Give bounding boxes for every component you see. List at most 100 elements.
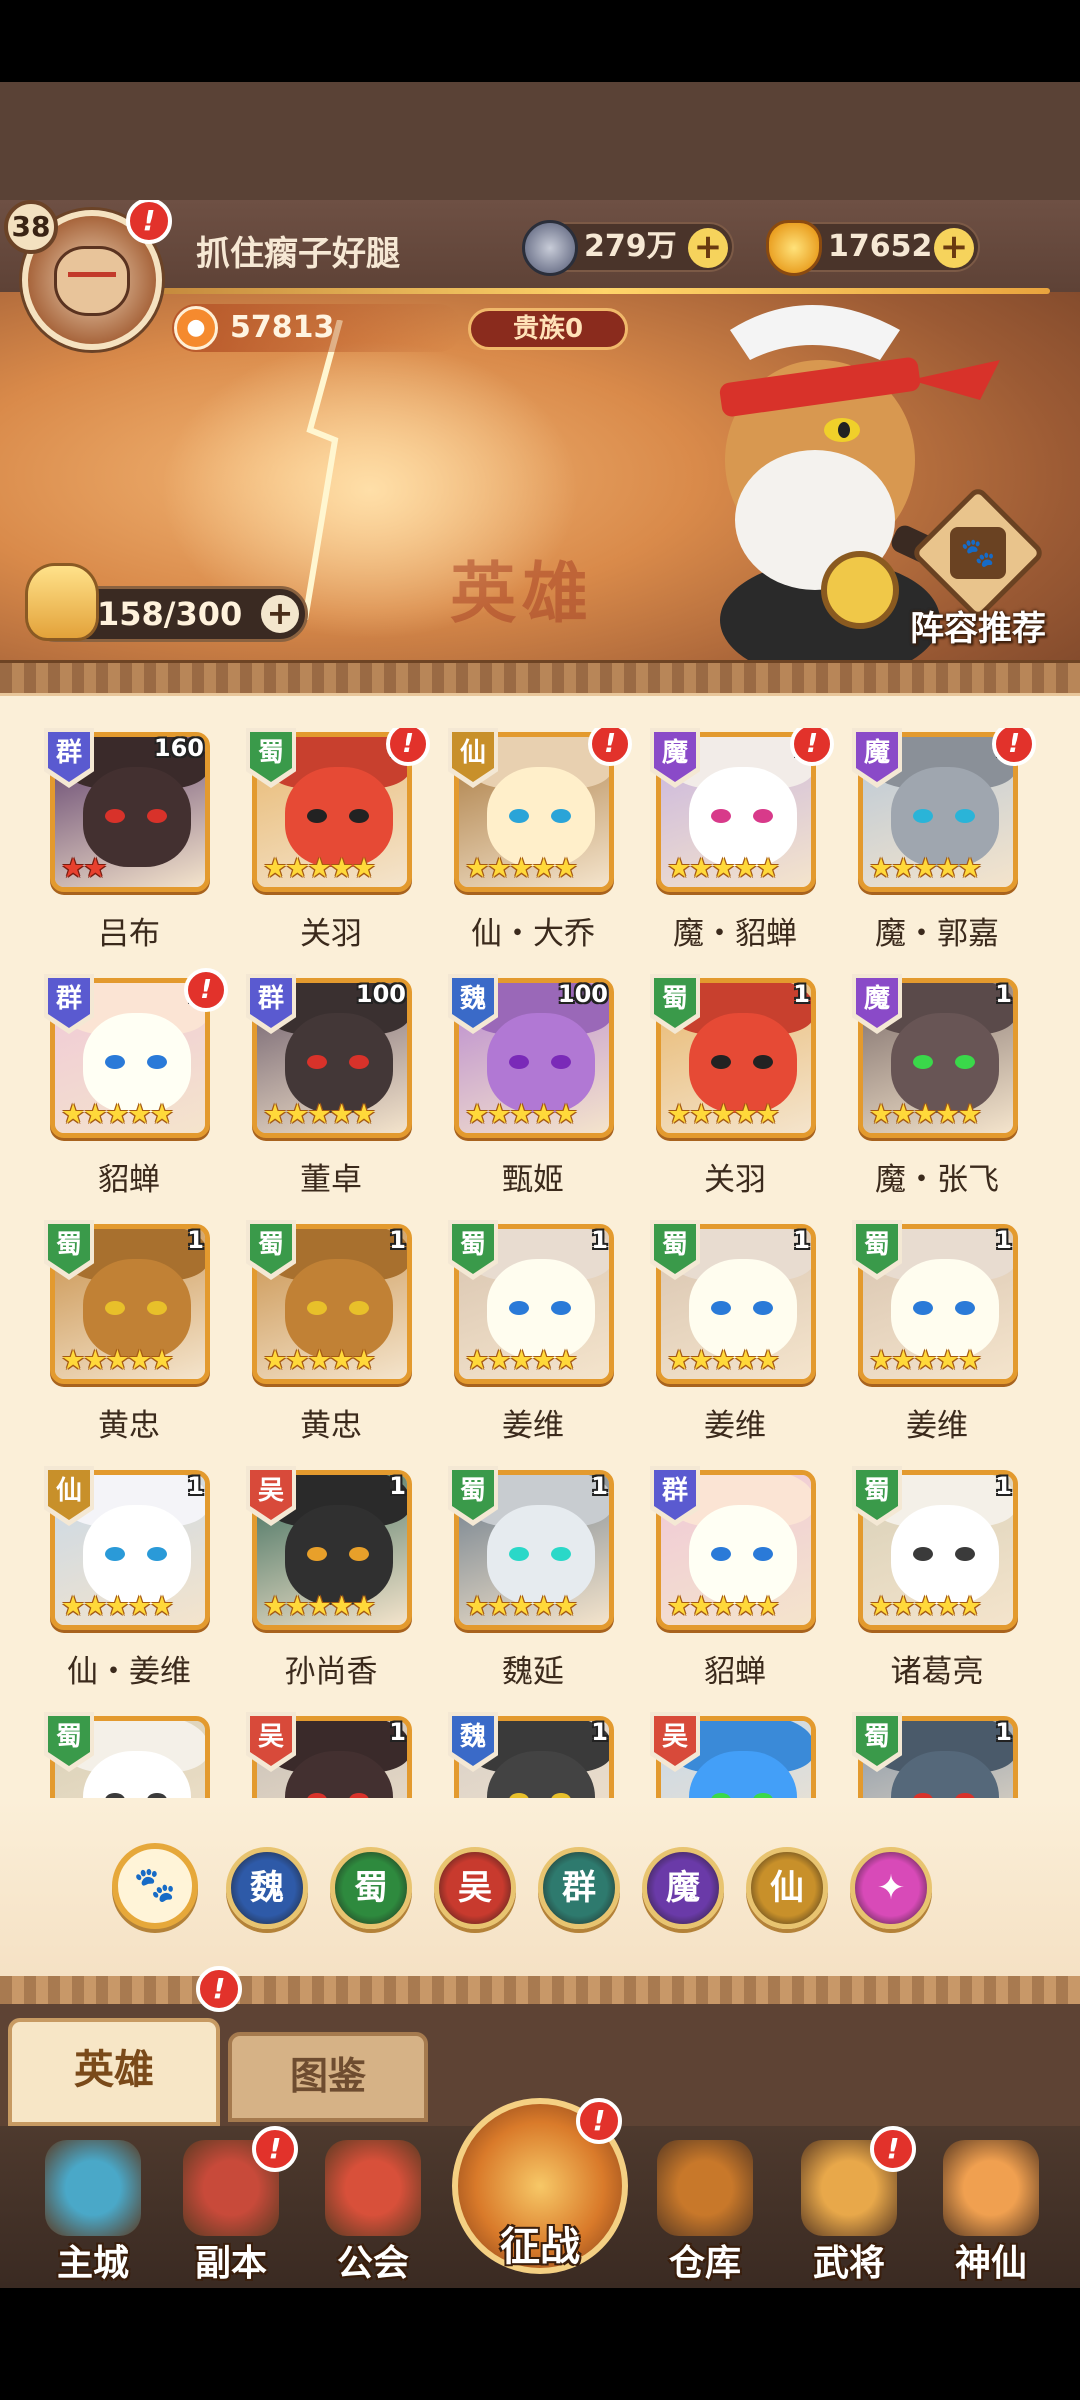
player-name: 抓住瘸子好腿	[196, 234, 400, 274]
filter-mo-button[interactable]: 魔	[642, 1847, 724, 1929]
hero-card[interactable]: 吴	[650, 1712, 816, 1798]
hero-stars: ★★★★★	[869, 1099, 982, 1130]
faction-label: 群	[55, 738, 82, 768]
hero-card[interactable]: 蜀	[44, 1712, 210, 1798]
hero-name: 魔・张飞	[875, 1162, 999, 1198]
hero-card[interactable]: 蜀1	[852, 1712, 1018, 1798]
portrait-eye	[307, 1301, 327, 1315]
nav-warehouse-label: 仓库	[668, 2243, 741, 2284]
add-gold-button[interactable]: +	[934, 228, 974, 268]
hero-card[interactable]: 吴1	[246, 1712, 412, 1798]
hero-alert-icon: !	[184, 968, 228, 1012]
hero-card[interactable]: ★★★★★ 仙 1 仙・姜维	[44, 1466, 210, 1702]
portrait-eye	[955, 809, 975, 823]
faction-label: 魔	[863, 984, 890, 1014]
filter-special-button[interactable]: ✦	[850, 1847, 932, 1929]
faction-label: 蜀	[661, 1230, 688, 1260]
faction-label: 群	[661, 1476, 688, 1506]
hero-name: 仙・姜维	[67, 1654, 191, 1690]
hero-stars: ★★★★★	[465, 1591, 578, 1622]
lightning-icon	[302, 320, 343, 620]
nav-main-city-icon	[45, 2140, 141, 2236]
stamina-bar: 158/300 +	[25, 563, 308, 642]
add-stamina-button[interactable]: +	[261, 595, 299, 633]
faction-label: 仙	[459, 738, 486, 768]
faction-label: 吴	[661, 1722, 688, 1752]
nav-warehouse-button[interactable]: 仓库	[640, 2134, 770, 2284]
hero-card[interactable]: ★★★★★ 蜀 1 关羽	[650, 974, 816, 1210]
portrait-eye	[307, 1547, 327, 1561]
add-copper-button[interactable]: +	[688, 228, 728, 268]
nav-main-city-button[interactable]: 主城	[28, 2134, 158, 2284]
portrait-eye	[509, 1301, 529, 1315]
portrait-eye	[509, 1055, 529, 1069]
hero-card[interactable]: ★★★★★ 群貂蝉	[650, 1466, 816, 1702]
portrait-face	[689, 1013, 797, 1113]
filter-xian-button[interactable]: 仙	[746, 1847, 828, 1929]
portrait-eye	[753, 1547, 773, 1561]
portrait-eye	[913, 1055, 933, 1069]
nav-dungeon-button[interactable]: 副本!	[166, 2126, 298, 2284]
hero-card[interactable]: ★★★★★ 蜀 1 姜维	[852, 1220, 1018, 1456]
hero-card[interactable]: ★★★★★ 蜀 1 黄忠	[44, 1220, 210, 1456]
hero-card[interactable]: ★★ 群 160 吕布	[44, 728, 210, 964]
hero-stars: ★★★★★	[465, 1345, 578, 1376]
hero-card[interactable]: ★★★★★ 吴 1 孙尚香	[246, 1466, 412, 1702]
nav-dungeon-label: 副本	[194, 2243, 267, 2284]
faction-label: 蜀	[863, 1476, 890, 1506]
hero-card[interactable]: ★★★★★ 仙! 仙・大乔	[448, 728, 632, 964]
filter-qun-button[interactable]: 群	[538, 1847, 620, 1929]
hero-card[interactable]: ★★★★★ 蜀 1 魏延	[448, 1466, 614, 1702]
portrait-face	[83, 1013, 191, 1113]
portrait-face	[487, 1259, 595, 1359]
nav-guild-button[interactable]: 公会	[308, 2134, 438, 2284]
hero-card[interactable]: ★★★★★ 魔 1 魔・张飞	[852, 974, 1018, 1210]
portrait-eye	[913, 809, 933, 823]
paw-points: ● 57813	[172, 304, 462, 352]
hero-stars: ★★★★★	[869, 853, 982, 884]
hero-card[interactable]: ★★★★★ 蜀 1 姜维	[650, 1220, 816, 1456]
hero-alert-icon: !	[588, 728, 632, 766]
hero-level: 1	[995, 1226, 1012, 1254]
hero-card[interactable]: ★★★★★群1!貂蝉	[44, 968, 228, 1210]
top-spacer	[0, 82, 1080, 200]
faction-label: 蜀	[55, 1722, 82, 1752]
nav-immortals-button[interactable]: 神仙	[926, 2134, 1056, 2284]
filter-wei-button[interactable]: 魏	[226, 1847, 308, 1929]
hero-card[interactable]: ★★★★★ 群 100 董卓	[246, 974, 412, 1210]
hero-card[interactable]: ★★★★★ 蜀 1 诸葛亮	[852, 1466, 1018, 1702]
portrait-eye	[105, 1301, 125, 1315]
portrait-face	[83, 1259, 191, 1359]
hero-card[interactable]: ★★★★★蜀1!关羽	[246, 728, 430, 964]
hero-card[interactable]: ★★★★★ 魏 100 甄姬	[448, 974, 614, 1210]
portrait-eye	[753, 1055, 773, 1069]
hero-card[interactable]: ★★★★★魔1!魔・貂蝉	[650, 728, 834, 964]
portrait-eye	[147, 1547, 167, 1561]
hero-card[interactable]: ★★★★★ 蜀 1 姜维	[448, 1220, 614, 1456]
portrait-face	[891, 1013, 999, 1113]
nav-campaign-button[interactable]: 征战 !	[448, 2088, 632, 2288]
nav-generals-alert-icon: !	[870, 2126, 916, 2172]
filter-all-button[interactable]: 🐾	[112, 1843, 198, 1929]
hero-stars: ★★★★★	[61, 1099, 174, 1130]
paw-icon: ●	[174, 306, 218, 350]
hero-name: 姜维	[704, 1408, 766, 1444]
tab-heroes[interactable]: 英雄	[8, 2018, 220, 2126]
hero-stars: ★★★★★	[465, 1099, 578, 1130]
portrait-face	[83, 1505, 191, 1605]
hero-card[interactable]: 魏1	[448, 1712, 614, 1798]
filter-shu-button[interactable]: 蜀	[330, 1847, 412, 1929]
lineup-recommend-button[interactable]: 🐾 阵容推荐	[888, 485, 1068, 649]
nav-campaign-label: 征战	[500, 2224, 580, 2270]
filter-wu-button[interactable]: 吴	[434, 1847, 516, 1929]
tab-codex[interactable]: 图鉴	[228, 2032, 428, 2122]
hero-stars: ★★★★★	[667, 1345, 780, 1376]
hero-card[interactable]: ★★★★★魔1!魔・郭嘉	[852, 728, 1036, 964]
hero-card[interactable]: ★★★★★ 蜀 1 黄忠	[246, 1220, 412, 1456]
nav-generals-button[interactable]: 武将!	[784, 2126, 916, 2284]
nav-warehouse-icon	[657, 2140, 753, 2236]
gold-amount: 17652	[828, 229, 933, 264]
hero-level: 1	[995, 1472, 1012, 1500]
faction-label: 魔	[661, 738, 688, 768]
stamina-cat-icon	[25, 563, 99, 641]
